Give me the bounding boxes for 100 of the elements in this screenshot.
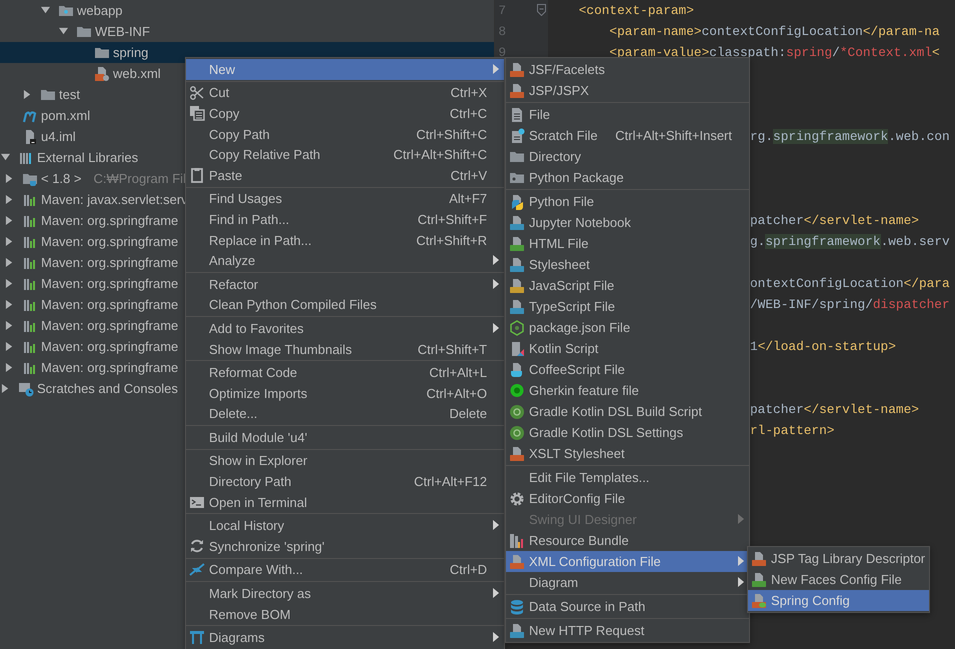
menu-label: Synchronize 'spring' [209, 538, 326, 554]
menu-label: Edit File Templates... [529, 470, 650, 485]
menu-label: Diagrams [209, 630, 266, 646]
item-label: Scratches and Consoles [37, 381, 178, 396]
menu-label: Replace in Path... [209, 232, 313, 248]
code-line: <context-param> [578, 3, 694, 18]
menu-label: Compare With... [209, 562, 304, 578]
menu-label: Scratch File [529, 128, 598, 143]
item-label: External Libraries [37, 150, 138, 165]
menu-label: Data Source in Path [529, 599, 646, 614]
menu-label: Remove BOM [209, 606, 292, 622]
menu-label: Kotlin Script [529, 341, 600, 356]
menu-label: Add to Favorites [209, 320, 305, 336]
item-label: Maven: org.springframe [41, 213, 178, 228]
menu-label: JSP Tag Library Descriptor [771, 551, 926, 566]
menu-label: Stylesheet [529, 257, 591, 272]
menu-label: Build Module 'u4' [209, 430, 308, 445]
menu-label: Diagram [529, 575, 580, 590]
item-label: test [59, 87, 80, 102]
menu-label: Local History [209, 518, 286, 534]
menu-label: Copy [209, 106, 240, 121]
shortcut-label: Ctrl+Alt+L [428, 365, 487, 380]
menu-label: Refactor [209, 276, 260, 292]
menu-label: Cut [209, 85, 230, 100]
shortcut-label: Ctrl+C [448, 106, 487, 121]
item-label: u4.iml [41, 129, 76, 144]
menu-label: package.json File [529, 320, 632, 335]
menu-label: Directory [529, 149, 582, 164]
shortcut-label: Ctrl+Shift+R [415, 232, 487, 248]
menu-label: Analyze [209, 253, 256, 268]
item-label: WEB-INF [95, 24, 150, 39]
menu-label: Resource Bundle [529, 533, 630, 548]
menu-label: Paste [209, 168, 244, 183]
menu-label: Python Package [529, 170, 625, 185]
menu-label: New [209, 62, 236, 77]
menu-label: CoffeeScript File [529, 362, 626, 377]
shortcut-label: Ctrl+Shift+F [416, 212, 487, 227]
shortcut-label: Ctrl+Alt+O [425, 386, 487, 401]
item-label: < 1.8 > [41, 171, 82, 186]
item-label: Maven: org.springframe [41, 297, 178, 312]
menu-label: Spring Config [771, 593, 851, 608]
code-line: patcher</servlet-name> [750, 213, 919, 228]
code-line: 1</load-on-startup> [750, 339, 896, 354]
item-label: Maven: org.springframe [41, 360, 178, 375]
shortcut-label: Ctrl+Alt+Shift+C [392, 147, 487, 162]
menu-label: Gherkin feature file [529, 383, 640, 398]
shortcut-label: Ctrl+V [450, 168, 487, 183]
menu-label: Find in Path... [209, 212, 290, 227]
code-line: ontextConfigLocation</para [750, 276, 950, 291]
menu-label: XSLT Stylesheet [529, 446, 626, 461]
shortcut-label: Ctrl+Alt+F12 [413, 474, 487, 490]
menu-label: HTML File [529, 236, 590, 251]
menu-label: Reformat Code [209, 365, 298, 380]
code-line: rl-pattern> [750, 423, 834, 438]
menu-label: Mark Directory as [209, 586, 312, 602]
item-label: spring [113, 45, 148, 60]
menu-label: EditorConfig File [529, 491, 626, 506]
item-label: Maven: javax.servlet:serv [41, 192, 188, 207]
shortcut-label: Alt+F7 [448, 191, 487, 206]
menu-label: Gradle Kotlin DSL Build Script [529, 404, 703, 419]
menu-label: XML Configuration File [529, 554, 662, 569]
menu-label: Copy Path [209, 126, 271, 142]
menu-label: Copy Relative Path [209, 147, 322, 162]
item-label: Maven: org.springframe [41, 234, 178, 249]
item-label: webapp [77, 3, 123, 18]
menu-label: Show in Explorer [209, 453, 308, 468]
menu-label: Clean Python Compiled Files [209, 297, 378, 312]
menu-label: JavaScript File [529, 278, 616, 293]
menu-label: JSF/Facelets [529, 62, 606, 77]
menu-label: TypeScript File [529, 299, 616, 314]
menu-label: Open in Terminal [209, 494, 308, 510]
menu-label: Optimize Imports [209, 386, 308, 401]
code-line: rg.springframework.web.con [750, 129, 950, 144]
item-label: Maven: org.springframe [41, 318, 178, 333]
item-label: pom.xml [41, 108, 90, 123]
shortcut-label: Ctrl+D [448, 562, 487, 578]
menu-label: File [529, 107, 551, 122]
shortcut-label: Ctrl+Alt+Shift+Insert [614, 128, 732, 143]
code-line: patcher</servlet-name> [750, 402, 919, 417]
code-line: g.springframework.web.serv [750, 234, 950, 249]
menu-label: Python File [529, 194, 596, 209]
item-path: C:₩Program Fil [93, 171, 186, 186]
menu-label: Directory Path [209, 474, 292, 490]
code-line: /WEB-INF/spring/dispatcher [750, 297, 950, 312]
menu-label: Find Usages [209, 191, 283, 206]
menu-label: New Faces Config File [771, 572, 902, 587]
menu-label: New HTTP Request [529, 623, 646, 638]
menu-label: JSP/JSPX [529, 83, 590, 98]
menu-label: Jupyter Notebook [529, 215, 632, 230]
shortcut-label: Ctrl+X [450, 85, 487, 100]
shortcut-label: Ctrl+Shift+C [415, 126, 487, 142]
shortcut-label: Ctrl+Shift+T [416, 342, 487, 357]
menu-label: Show Image Thumbnails [209, 342, 353, 357]
shortcut-label: Delete [448, 406, 487, 422]
menu-label: Gradle Kotlin DSL Settings [529, 425, 684, 440]
code-line: <param-name>contextConfigLocation</param-na [608, 24, 940, 39]
code-line: <param-value>classpath:spring/*Context.xml< [608, 45, 940, 60]
menu-label: Delete... [209, 406, 258, 422]
item-label: Maven: org.springframe [41, 276, 178, 291]
item-label: Maven: org.springframe [41, 339, 178, 354]
